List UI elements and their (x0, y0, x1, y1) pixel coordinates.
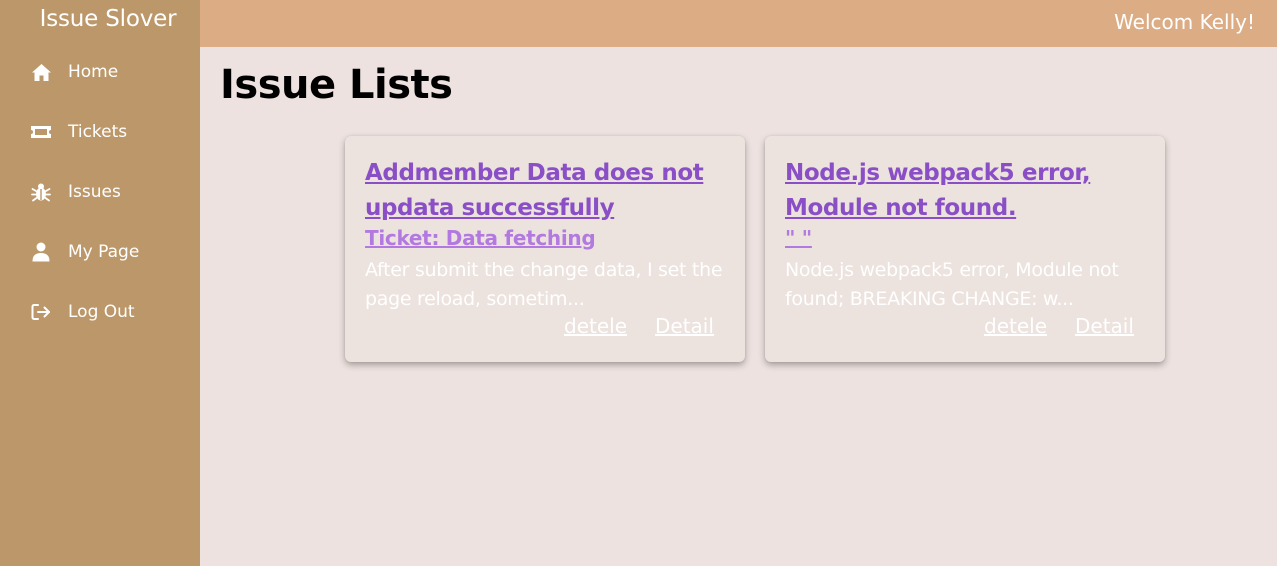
issue-card: Node.js webpack5 error, Module not found… (765, 136, 1165, 362)
sidebar-item-label: Log Out (68, 302, 135, 322)
sidebar-item-label: Home (68, 62, 119, 82)
page-title: Issue Lists (220, 62, 453, 108)
app-brand: Issue Slover (39, 6, 177, 32)
sidebar-item-home[interactable]: Home (30, 58, 118, 86)
user-icon (30, 241, 52, 263)
welcome-message: Welcom Kelly! (1114, 10, 1255, 34)
delete-link[interactable]: detele (564, 314, 627, 338)
issue-title-link[interactable]: Node.js webpack5 error, Module not found… (785, 156, 1145, 226)
home-icon (30, 61, 52, 83)
detail-link[interactable]: Detail (1075, 314, 1134, 338)
sidebar: Issue Slover Home Tickets Issues My Page… (0, 0, 200, 566)
issue-title-link[interactable]: Addmember Data does not updata successfu… (365, 156, 725, 226)
sidebar-item-label: Tickets (68, 122, 128, 142)
sidebar-item-label: My Page (68, 242, 140, 262)
issue-description: Node.js webpack5 error, Module not found… (785, 259, 1119, 310)
sidebar-item-tickets[interactable]: Tickets (30, 118, 127, 146)
delete-link[interactable]: detele (984, 314, 1047, 338)
top-bar: Welcom Kelly! (200, 0, 1277, 47)
detail-link[interactable]: Detail (655, 314, 714, 338)
issue-description: After submit the change data, I set the … (365, 259, 723, 310)
ticket-link[interactable]: " " (785, 226, 812, 250)
ticket-icon (30, 121, 52, 143)
sidebar-item-log-out[interactable]: Log Out (30, 298, 135, 326)
sidebar-item-my-page[interactable]: My Page (30, 238, 139, 266)
ticket-link[interactable]: Ticket: Data fetching (365, 226, 596, 250)
sidebar-item-issues[interactable]: Issues (30, 178, 121, 206)
logout-icon (30, 301, 52, 323)
sidebar-item-label: Issues (68, 182, 121, 202)
bug-icon (30, 181, 52, 203)
issue-card: Addmember Data does not updata successfu… (345, 136, 745, 362)
